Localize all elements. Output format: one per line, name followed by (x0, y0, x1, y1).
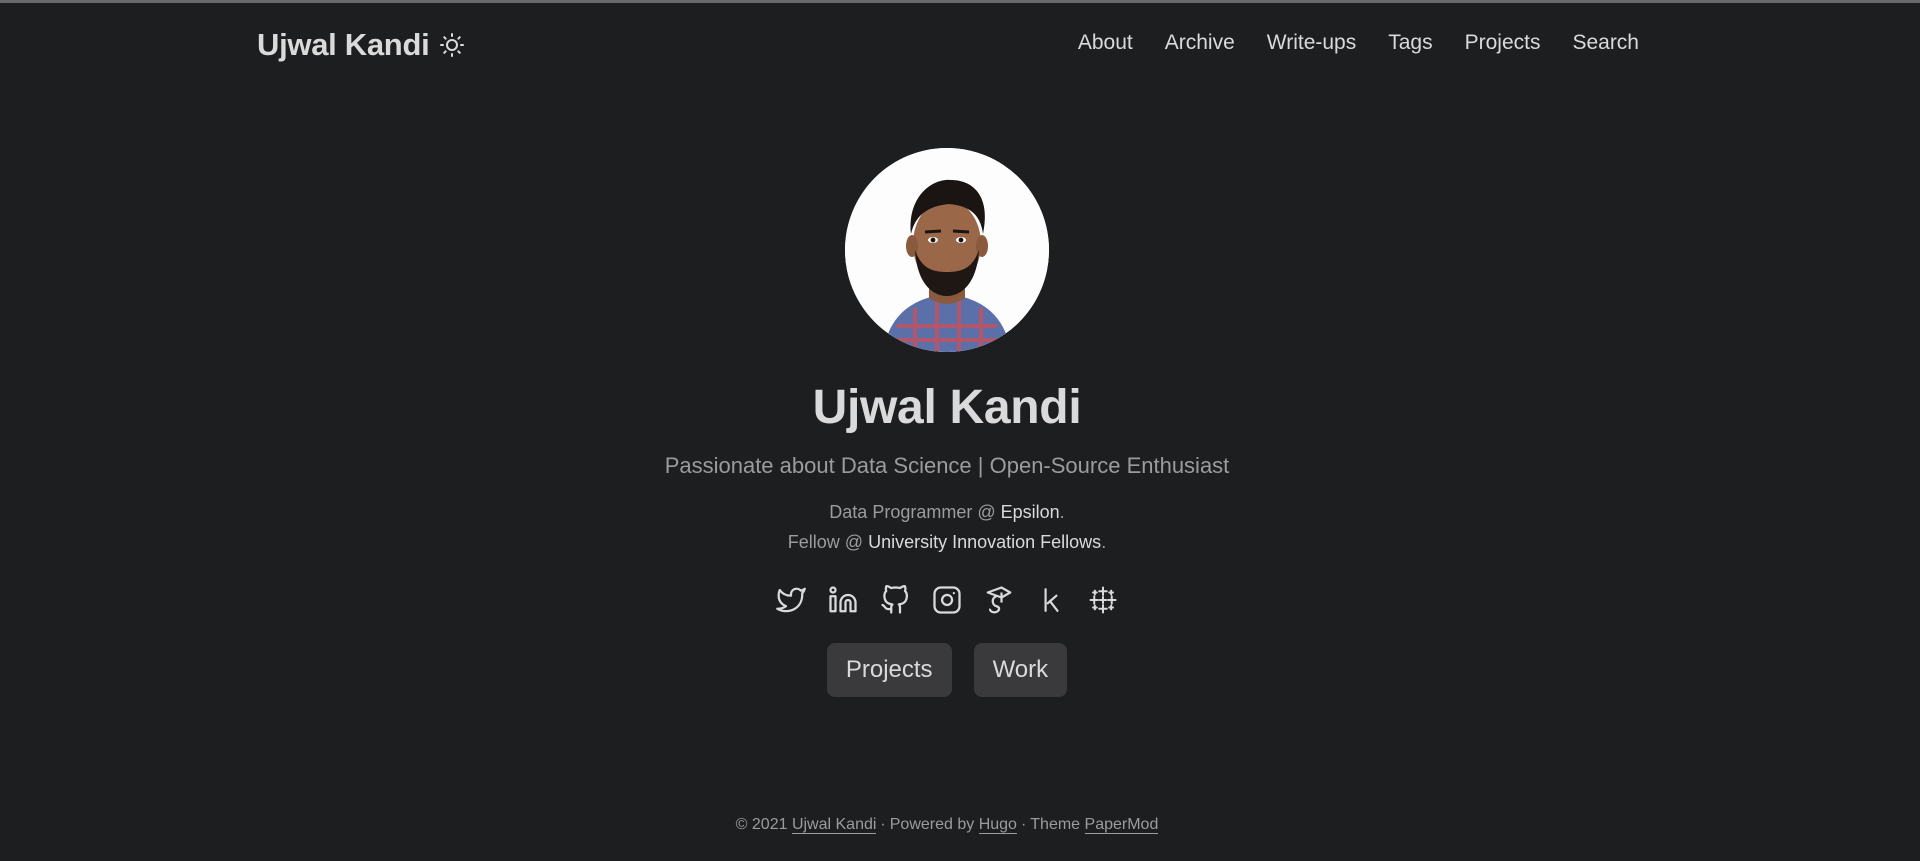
projects-button[interactable]: Projects (826, 643, 952, 697)
profile-section: Ujwal Kandi Passionate about Data Scienc… (0, 148, 1894, 697)
work-button[interactable]: Work (973, 643, 1068, 697)
nav-search[interactable]: Search (1572, 31, 1639, 54)
footer-hugo-link[interactable]: Hugo (978, 816, 1017, 834)
profile-name: Ujwal Kandi (812, 381, 1082, 434)
site-logo-link[interactable]: Ujwal Kandi (257, 27, 430, 63)
profile-subtitle: Passionate about Data Science | Open-Sou… (664, 453, 1230, 478)
tableau-icon[interactable] (1088, 583, 1118, 617)
twitter-icon[interactable] (776, 583, 806, 617)
footer-powered-by: Powered by (889, 816, 979, 833)
nav-about[interactable]: About (1078, 31, 1133, 54)
instagram-icon[interactable] (932, 583, 962, 617)
description-line-fellow: Fellow @ University Innovation Fellows. (788, 527, 1106, 557)
profile-description: Data Programmer @ Epsilon. Fellow @ Univ… (788, 497, 1106, 557)
profile-buttons: Projects Work (826, 643, 1068, 697)
site-footer: © 2021 Ujwal Kandi · Powered by Hugo · Theme… (0, 816, 1894, 834)
footer-separator: · (880, 816, 886, 833)
nav-projects[interactable]: Projects (1465, 31, 1541, 54)
epsilon-link[interactable]: Epsilon (1001, 502, 1060, 522)
footer-separator: · (1020, 816, 1027, 833)
kaggle-icon[interactable] (1036, 583, 1066, 617)
nav-tags[interactable]: Tags (1388, 31, 1432, 54)
work-suffix: . (1059, 502, 1065, 522)
fellow-prefix: Fellow @ (787, 532, 869, 552)
sun-icon[interactable] (439, 32, 465, 58)
site-header: Ujwal Kandi About Archive Write-ups Tags… (0, 3, 1920, 87)
avatar (845, 148, 1049, 352)
nav-archive[interactable]: Archive (1165, 31, 1235, 54)
linkedin-icon[interactable] (828, 583, 858, 617)
footer-author-link[interactable]: Ujwal Kandi (791, 816, 877, 834)
work-prefix: Data Programmer @ (829, 502, 1001, 522)
main-nav: About Archive Write-ups Tags Projects Se… (1078, 31, 1639, 55)
description-line-work: Data Programmer @ Epsilon. (788, 497, 1106, 527)
footer-theme: Theme (1030, 816, 1085, 833)
footer-copyright: © 2021 (735, 816, 792, 833)
social-icons (776, 583, 1118, 617)
logo: Ujwal Kandi (257, 27, 465, 63)
fellow-suffix: . (1101, 532, 1107, 552)
uif-link[interactable]: University Innovation Fellows (868, 532, 1101, 552)
nav-write-ups[interactable]: Write-ups (1267, 31, 1356, 54)
footer-papermod-link[interactable]: PaperMod (1084, 816, 1159, 834)
github-icon[interactable] (880, 583, 910, 617)
google-scholar-icon[interactable] (984, 583, 1014, 617)
